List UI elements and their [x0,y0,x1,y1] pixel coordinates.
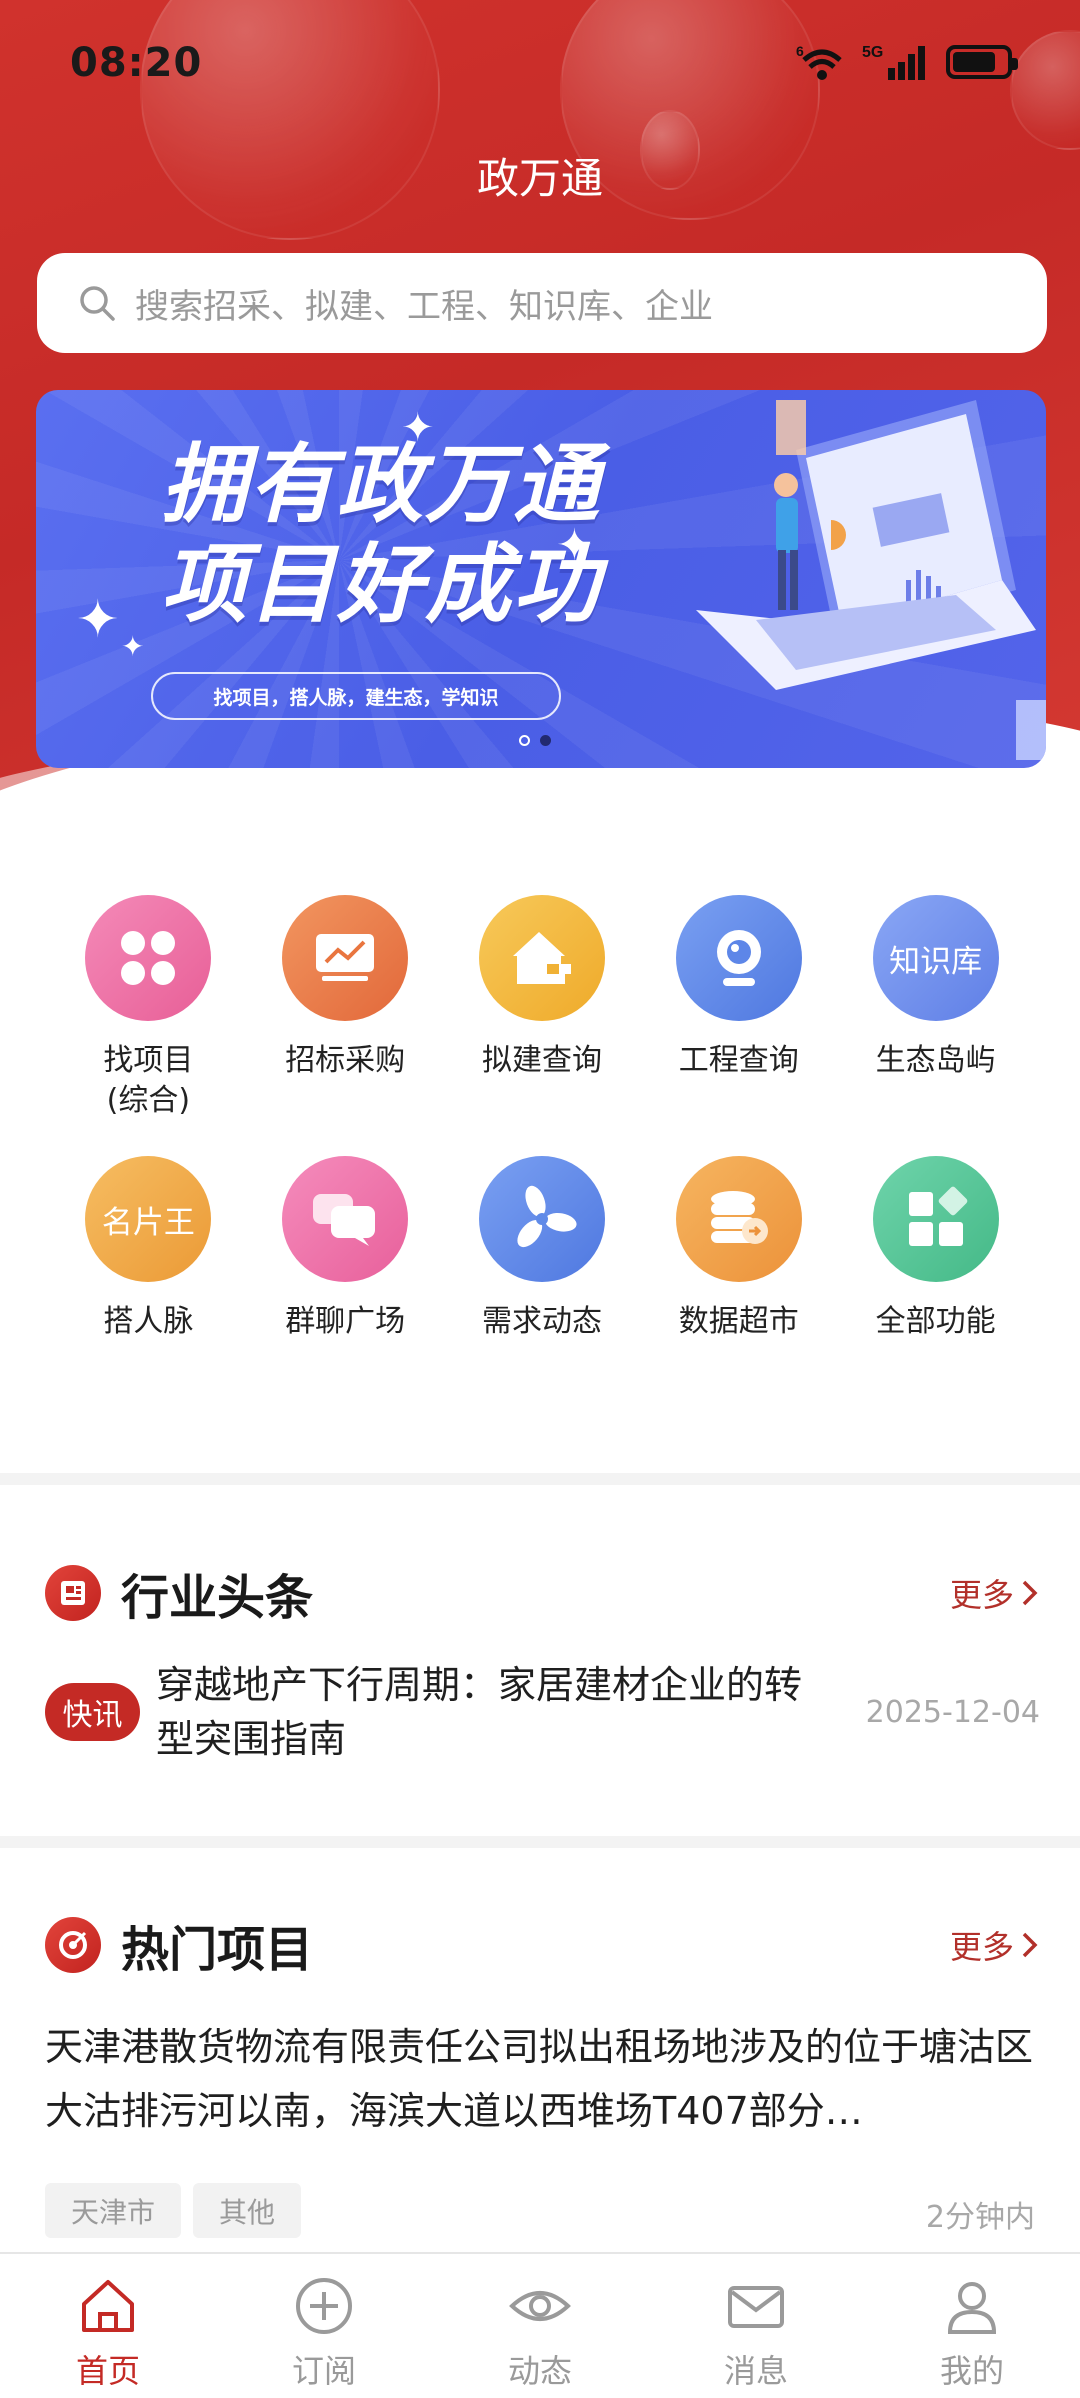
banner-headline-line2: 项目好成功 [161,535,601,635]
house-icon [478,895,605,1021]
fan-icon [478,1156,605,1282]
feature-network[interactable]: 名片王 搭人脉 [50,1156,247,1342]
feature-eco-island[interactable]: 知识库 生态岛屿 [837,895,1034,1121]
status-icons: 6 5G [796,42,1018,82]
feature-demand-feed[interactable]: 需求动态 [444,1156,641,1342]
feature-label: 招标采购 [285,1043,406,1078]
hot-projects-header: 热门项目 更多 [45,1910,1040,1980]
sparkle-icon: ✦ [121,630,145,663]
feature-label: 需求动态 [481,1304,602,1339]
sparkle-icon: ✦ [76,590,120,650]
project-tags: 天津市 其他 [45,2183,302,2238]
nav-profile[interactable]: 我的 [864,2254,1080,2398]
nav-label: 我的 [939,2352,1004,2390]
battery-icon [946,45,1018,79]
nav-messages[interactable]: 消息 [648,2254,864,2398]
svg-text:6: 6 [796,43,804,59]
nav-subscribe[interactable]: 订阅 [216,2254,432,2398]
cellular-signal-icon: 5G [862,44,925,80]
feature-label: 拟建查询 [481,1043,602,1078]
nav-label: 首页 [75,2352,140,2390]
clover-icon [85,895,212,1021]
chat-icon [282,1156,409,1282]
page-title: 政万通 [476,154,603,203]
feature-bidding[interactable]: 招标采购 [247,895,444,1121]
feature-label: 数据超市 [678,1304,799,1339]
banner-headline-line1: 拥有政万通 [161,435,601,535]
banner-pagination [519,735,551,746]
nav-label: 订阅 [291,2352,356,2390]
section-divider [0,1473,1080,1485]
knowledge-icon: 知识库 [872,895,999,1021]
industry-news-title: 行业头条 [121,1570,314,1626]
industry-news-header: 行业头条 更多 [45,1558,1040,1628]
news-headline: 穿越地产下行周期：家居建材企业的转型突围指南 [156,1663,803,1761]
feature-engineering-query[interactable]: 工程查询 [640,895,837,1121]
banner-dot-active[interactable] [540,735,551,746]
feature-label: 搭人脉 [103,1304,194,1339]
bottom-nav: 首页 订阅 动态 消息 我的 [0,2252,1080,2398]
status-time: 08:20 [70,40,203,86]
user-icon [947,2282,997,2334]
feature-proposed-query[interactable]: 拟建查询 [444,895,641,1121]
chevron-right-icon [1022,1580,1038,1606]
chart-screen-icon [282,895,409,1021]
camera-icon [675,895,802,1021]
svg-text:5G: 5G [862,44,883,61]
nav-label: 消息 [723,2352,788,2390]
banner-headline: 拥有政万通 项目好成功 [161,435,601,635]
project-title[interactable]: 天津港散货物流有限责任公司拟出租场地涉及的位于塘沽区大沽排污河以南，海滨大道以西… [45,2015,1040,2143]
project-time: 2分钟内 [925,2200,1035,2235]
section-divider [0,1836,1080,1848]
nav-label: 动态 [507,2352,572,2390]
nav-home[interactable]: 首页 [0,2254,216,2398]
feature-find-projects[interactable]: 找项目 (综合) [50,895,247,1121]
database-icon [675,1156,802,1282]
mail-icon [728,2286,784,2328]
project-tag-category: 其他 [193,2183,302,2238]
laptop-illustration [696,400,1046,760]
feature-label: 工程查询 [678,1043,799,1078]
feature-label: 生态岛屿 [875,1043,996,1078]
industry-news-more-link[interactable]: 更多 [950,1570,1040,1616]
grid-apps-icon [872,1156,999,1282]
search-icon [80,286,115,321]
feature-grid: 找项目(综合) 招标采购 拟建查询 工程查询 知识库 生态岛屿 名片王 搭人脉 [0,895,1080,1342]
project-tag-region: 天津市 [45,2183,182,2238]
news-item[interactable]: 快讯 穿越地产下行周期：家居建材企业的转型突围指南 2025-12-04 [45,1658,1040,1766]
chevron-right-icon [1022,1932,1038,1958]
banner-dot[interactable] [519,735,530,746]
nav-feed[interactable]: 动态 [432,2254,648,2398]
feature-data-market[interactable]: 数据超市 [640,1156,837,1342]
home-icon [82,2280,134,2332]
feature-all[interactable]: 全部功能 [837,1156,1034,1342]
news-icon [45,1565,101,1621]
card-icon: 名片王 [85,1156,212,1282]
hot-projects-title: 热门项目 [121,1922,314,1978]
plus-circle-icon [296,2278,352,2334]
hot-projects-more-link[interactable]: 更多 [950,1922,1040,1968]
eye-icon [509,2291,571,2321]
banner-tagline: 找项目，搭人脉，建生态，学知识 [151,672,561,720]
feature-label: 全部功能 [875,1304,996,1339]
status-bar: 08:20 6 5G [0,0,1080,130]
promo-banner[interactable]: ✦ ✦ ✦ ✦ 拥有政万通 项目好成功 找项目，搭人脉，建生态，学知识 [36,390,1046,768]
news-date: 2025-12-04 [865,1694,1040,1730]
search-placeholder: 搜索招采、拟建、工程、知识库、企业 [135,286,713,327]
flash-news-badge: 快讯 [45,1683,140,1741]
feature-group-chat[interactable]: 群聊广场 [247,1156,444,1342]
search-input[interactable]: 搜索招采、拟建、工程、知识库、企业 [37,253,1047,353]
feature-label: 群聊广场 [285,1304,406,1339]
target-icon [45,1917,101,1973]
wifi-icon: 6 [796,43,842,80]
feature-label: 找项目 (综合) [103,1043,194,1118]
